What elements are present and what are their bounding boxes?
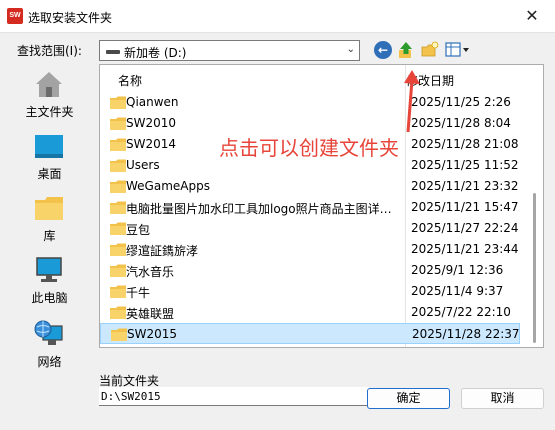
sort-ascending-icon: ⌃ bbox=[247, 64, 256, 72]
lookin-value: 新加卷 (D:) bbox=[124, 46, 187, 60]
close-button[interactable]: ✕ bbox=[509, 0, 555, 32]
folder-date: 2025/11/28 22:37 bbox=[412, 327, 520, 341]
drive-icon bbox=[106, 50, 120, 54]
folder-name: 汽水音乐 bbox=[126, 265, 175, 279]
place-computer[interactable]: 此电脑 bbox=[0, 250, 99, 310]
close-icon: ✕ bbox=[525, 6, 539, 25]
chevron-down-icon[interactable]: ⌄ bbox=[347, 44, 355, 55]
folder-row[interactable]: 电脑批量图片加水印工具加logo照片商品主图详情页水印 2025/11/21 15… bbox=[100, 197, 520, 218]
app-icon: SW bbox=[7, 8, 23, 24]
folder-icon bbox=[111, 328, 127, 341]
folder-row[interactable]: SW2015 2025/11/28 22:37 bbox=[100, 323, 520, 344]
folder-name: SW2010 bbox=[126, 116, 177, 130]
folder-date: 2025/11/25 11:52 bbox=[411, 158, 519, 172]
annotation-text: 点击可以创建文件夹 bbox=[219, 136, 399, 160]
title-bar: SW 选取安装文件夹 ✕ bbox=[0, 0, 555, 33]
folder-row[interactable]: Qianwen 2025/11/25 2:26 bbox=[100, 92, 520, 113]
folder-icon bbox=[110, 222, 126, 235]
ok-button[interactable]: 确定 bbox=[367, 388, 450, 409]
annotation-arrow bbox=[404, 70, 420, 133]
folder-row[interactable]: WeGameApps 2025/11/21 23:32 bbox=[100, 176, 520, 197]
folder-date: 2025/11/21 23:44 bbox=[411, 242, 519, 256]
folder-date: 2025/11/21 23:32 bbox=[411, 179, 519, 193]
folder-date: 2025/11/28 8:04 bbox=[411, 116, 511, 130]
folder-name: 豆包 bbox=[126, 223, 151, 237]
network-icon bbox=[34, 320, 63, 345]
current-folder-input[interactable] bbox=[99, 387, 369, 406]
folder-date: 2025/7/22 22:10 bbox=[411, 305, 511, 319]
folder-date: 2025/11/28 21:08 bbox=[411, 137, 519, 151]
folder-name: WeGameApps bbox=[126, 179, 210, 193]
folder-date: 2025/11/21 15:47 bbox=[411, 200, 519, 214]
place-network[interactable]: 网络 bbox=[0, 314, 99, 374]
folder-name: SW2015 bbox=[127, 327, 178, 341]
place-desktop[interactable]: 桌面 bbox=[0, 126, 99, 186]
new-folder-icon[interactable] bbox=[421, 41, 439, 59]
folder-row[interactable]: SW2010 2025/11/28 8:04 bbox=[100, 113, 520, 134]
home-icon bbox=[36, 72, 62, 97]
folder-icon bbox=[110, 285, 126, 298]
folder-name: 千牛 bbox=[126, 286, 151, 300]
folder-icon bbox=[110, 243, 126, 256]
folder-icon bbox=[110, 117, 126, 130]
back-icon[interactable]: ← bbox=[374, 41, 392, 59]
folder-icon bbox=[110, 264, 126, 277]
folder-row[interactable]: 缪逭証鐫旂涍 2025/11/21 23:44 bbox=[100, 239, 520, 260]
folder-name: Qianwen bbox=[126, 95, 179, 109]
place-label: 库 bbox=[43, 229, 56, 243]
folder-row[interactable]: 豆包 2025/11/27 22:24 bbox=[100, 218, 520, 239]
folder-list[interactable]: ⌃ 名称 修改日期 Qianwen 2025/11/25 2:26 SW2010 20… bbox=[99, 64, 544, 348]
up-folder-icon[interactable] bbox=[397, 41, 415, 59]
folder-date: 2025/11/27 22:24 bbox=[411, 221, 519, 235]
places-bar: 主文件夹 桌面 库 此电脑 网络 bbox=[0, 64, 99, 374]
lookin-dropdown[interactable]: 新加卷 (D:) ⌄ bbox=[99, 40, 360, 61]
folder-date: 2025/11/4 9:37 bbox=[411, 284, 504, 298]
folder-row[interactable]: 英雄联盟 2025/7/22 22:10 bbox=[100, 302, 520, 323]
cancel-button[interactable]: 取消 bbox=[461, 388, 544, 409]
place-label: 此电脑 bbox=[31, 291, 68, 305]
folder-name: 缪逭証鐫旂涍 bbox=[126, 244, 199, 258]
folder-icon bbox=[110, 180, 126, 193]
folder-icon bbox=[110, 306, 126, 319]
folder-name: 英雄联盟 bbox=[126, 307, 175, 321]
folder-row[interactable]: 汽水音乐 2025/9/1 12:36 bbox=[100, 260, 520, 281]
column-header-name[interactable]: 名称 bbox=[118, 72, 142, 89]
computer-icon bbox=[36, 257, 62, 282]
folder-icon bbox=[110, 96, 126, 109]
folder-date: 2025/11/25 2:26 bbox=[411, 95, 511, 109]
place-label: 桌面 bbox=[37, 167, 62, 181]
library-icon bbox=[35, 197, 63, 220]
place-label: 网络 bbox=[37, 355, 62, 369]
desktop-icon bbox=[35, 135, 63, 158]
window-title: 选取安装文件夹 bbox=[28, 11, 113, 25]
place-home[interactable]: 主文件夹 bbox=[0, 64, 99, 124]
place-label: 主文件夹 bbox=[25, 105, 74, 119]
vertical-scrollbar[interactable] bbox=[526, 65, 543, 347]
folder-icon bbox=[110, 159, 126, 172]
folder-date: 2025/9/1 12:36 bbox=[411, 263, 504, 277]
folder-icon bbox=[110, 201, 126, 214]
place-library[interactable]: 库 bbox=[0, 188, 99, 248]
scrollbar-thumb[interactable] bbox=[533, 193, 536, 343]
view-menu-icon[interactable] bbox=[445, 41, 471, 59]
folder-icon bbox=[110, 138, 126, 151]
folder-row[interactable]: 千牛 2025/11/4 9:37 bbox=[100, 281, 520, 302]
lookin-label: 查找范围(I): bbox=[17, 44, 82, 58]
folder-name: 电脑批量图片加水印工具加logo照片商品主图详情页水印 bbox=[126, 202, 401, 216]
column-header: ⌃ 名称 修改日期 bbox=[100, 65, 543, 91]
